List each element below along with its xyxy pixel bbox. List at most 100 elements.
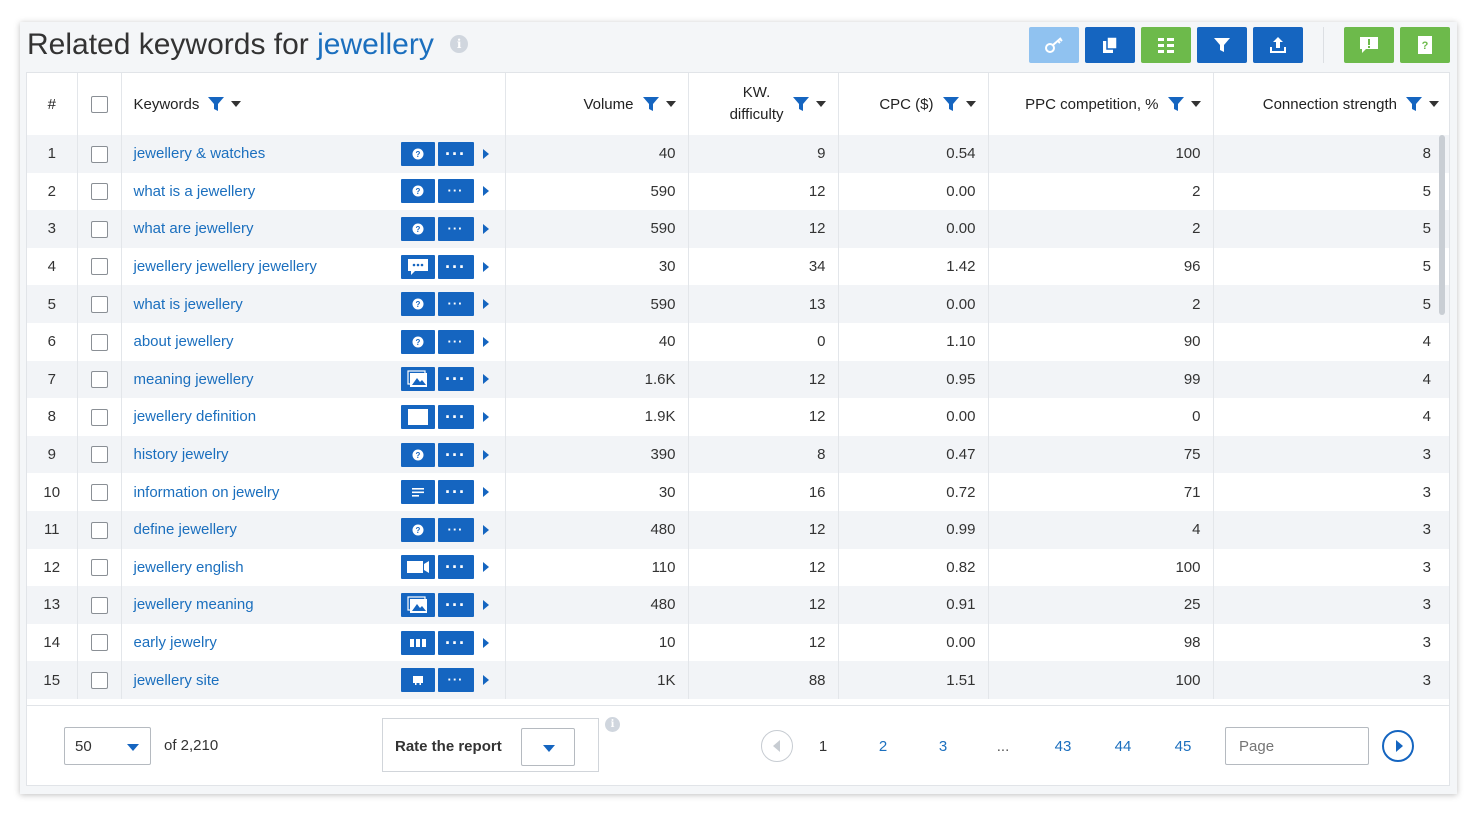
filter-funnel-icon[interactable] <box>207 95 225 113</box>
keyword-link[interactable]: what are jewellery <box>134 220 254 237</box>
question-icon[interactable]: ? <box>400 442 435 467</box>
images-icon[interactable] <box>400 367 435 392</box>
sort-caret-icon[interactable] <box>665 101 676 107</box>
row-checkbox[interactable] <box>90 220 108 238</box>
page-number[interactable]: 44 <box>1093 738 1153 755</box>
expand-arrow-icon[interactable] <box>482 637 489 648</box>
question-icon[interactable]: ? <box>400 216 435 241</box>
keyword-link[interactable]: history jewelry <box>134 446 229 463</box>
row-checkbox[interactable] <box>90 183 108 201</box>
more-options-icon[interactable]: ··· <box>437 367 474 392</box>
keyword-link[interactable]: what is jewellery <box>134 296 243 313</box>
expand-arrow-icon[interactable] <box>482 599 489 610</box>
filter-funnel-icon[interactable] <box>942 95 960 113</box>
question-icon[interactable]: ? <box>400 179 435 204</box>
row-checkbox[interactable] <box>90 483 108 501</box>
expand-arrow-icon[interactable] <box>482 524 489 535</box>
video-icon[interactable] <box>400 555 435 580</box>
keyword-link[interactable]: jewellery definition <box>134 408 257 425</box>
key-icon[interactable] <box>1029 27 1079 63</box>
row-checkbox[interactable] <box>90 258 108 276</box>
keyword-link[interactable]: define jewellery <box>134 521 237 538</box>
more-options-icon[interactable]: ··· <box>437 404 474 429</box>
blank-card-icon[interactable] <box>400 404 435 429</box>
row-checkbox[interactable] <box>90 295 108 313</box>
page-number[interactable]: 1 <box>793 738 853 755</box>
filter-funnel-icon[interactable] <box>1167 95 1185 113</box>
more-options-icon[interactable]: ··· <box>437 141 474 166</box>
sort-caret-icon[interactable] <box>965 101 976 107</box>
col-header-strength[interactable]: Connection strength <box>1213 73 1449 135</box>
row-checkbox[interactable] <box>90 671 108 689</box>
keyword-link[interactable]: jewellery meaning <box>134 596 254 613</box>
page-number[interactable]: 2 <box>853 738 913 755</box>
row-checkbox[interactable] <box>90 521 108 539</box>
more-options-icon[interactable]: ··· <box>437 329 474 354</box>
next-page-button[interactable] <box>1382 730 1414 762</box>
col-header-difficulty[interactable]: KW. difficulty <box>688 73 839 135</box>
info-icon[interactable]: i <box>450 35 469 54</box>
page-number[interactable]: 43 <box>1033 738 1093 755</box>
row-checkbox[interactable] <box>90 634 108 652</box>
question-icon[interactable]: ? <box>400 329 435 354</box>
row-checkbox[interactable] <box>90 371 108 389</box>
row-checkbox[interactable] <box>90 596 108 614</box>
col-header-keywords[interactable]: Keywords <box>121 73 506 135</box>
col-header-cpc[interactable]: CPC ($) <box>838 73 989 135</box>
more-options-icon[interactable]: ··· <box>437 592 474 617</box>
rows-per-page-select[interactable]: 50 <box>64 727 151 765</box>
keyword-link[interactable]: jewellery & watches <box>134 145 266 162</box>
carousel-icon[interactable] <box>400 630 435 655</box>
col-header-ppc[interactable]: PPC competition, % <box>988 73 1214 135</box>
expand-arrow-icon[interactable] <box>482 299 489 310</box>
row-checkbox[interactable] <box>90 408 108 426</box>
expand-arrow-icon[interactable] <box>482 223 489 234</box>
more-options-icon[interactable]: ··· <box>437 216 474 241</box>
question-icon[interactable]: ? <box>400 141 435 166</box>
question-icon[interactable]: ? <box>400 517 435 542</box>
expand-arrow-icon[interactable] <box>482 449 489 460</box>
keyword-link[interactable]: about jewellery <box>134 333 234 350</box>
columns-icon[interactable] <box>1141 27 1191 63</box>
expand-arrow-icon[interactable] <box>482 374 489 385</box>
more-options-icon[interactable]: ··· <box>437 630 474 655</box>
col-header-volume[interactable]: Volume <box>505 73 689 135</box>
shop-icon[interactable] <box>400 668 435 693</box>
select-all-checkbox[interactable] <box>90 95 108 113</box>
sort-caret-icon[interactable] <box>231 101 242 107</box>
keyword-link[interactable]: meaning jewellery <box>134 371 254 388</box>
images-icon[interactable] <box>400 592 435 617</box>
row-checkbox[interactable] <box>90 333 108 351</box>
sort-caret-icon[interactable] <box>1429 101 1439 107</box>
expand-arrow-icon[interactable] <box>482 148 489 159</box>
keyword-link[interactable]: jewellery site <box>134 672 220 689</box>
expand-arrow-icon[interactable] <box>482 261 489 272</box>
info-icon[interactable]: i <box>605 717 620 732</box>
vertical-scrollbar[interactable] <box>1439 135 1445 315</box>
expand-arrow-icon[interactable] <box>482 186 489 197</box>
filter-funnel-icon[interactable] <box>792 95 810 113</box>
more-options-icon[interactable]: ··· <box>437 179 474 204</box>
keyword-link[interactable]: what is a jewellery <box>134 183 256 200</box>
export-icon[interactable] <box>1253 27 1303 63</box>
keyword-link[interactable]: jewellery jewellery jewellery <box>134 258 317 275</box>
page-number[interactable]: 45 <box>1153 738 1213 755</box>
keyword-link[interactable]: early jewelry <box>134 634 217 651</box>
rate-report-select[interactable] <box>521 728 575 766</box>
snippet-icon[interactable] <box>400 480 435 505</box>
filter-icon[interactable] <box>1197 27 1247 63</box>
help-icon[interactable]: ? <box>1400 27 1450 63</box>
keyword-link[interactable]: information on jewelry <box>134 484 280 501</box>
sort-caret-icon[interactable] <box>815 101 826 107</box>
expand-arrow-icon[interactable] <box>482 411 489 422</box>
more-options-icon[interactable]: ··· <box>437 668 474 693</box>
keyword-link[interactable]: jewellery english <box>134 559 244 576</box>
sort-caret-icon[interactable] <box>1190 101 1201 107</box>
page-jump-input[interactable] <box>1225 727 1369 765</box>
row-checkbox[interactable] <box>90 446 108 464</box>
row-checkbox[interactable] <box>90 559 108 577</box>
more-options-icon[interactable]: ··· <box>437 442 474 467</box>
more-options-icon[interactable]: ··· <box>437 480 474 505</box>
more-options-icon[interactable]: ··· <box>437 555 474 580</box>
expand-arrow-icon[interactable] <box>482 675 489 686</box>
